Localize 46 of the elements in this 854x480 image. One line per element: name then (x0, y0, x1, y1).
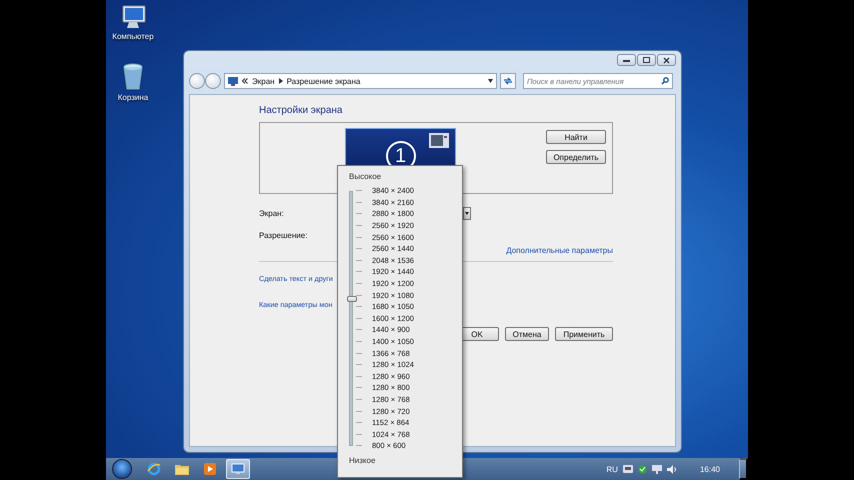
keyboard-icon[interactable] (622, 465, 633, 473)
dialog-button[interactable]: Применить (555, 327, 613, 341)
caret-icon[interactable] (488, 79, 493, 83)
advanced-settings-link[interactable]: Дополнительные параметры (506, 246, 613, 255)
section-heading: Настройки экрана (259, 105, 344, 116)
field-label: Разрешение: (259, 230, 308, 240)
field-label: Экран: (259, 208, 285, 218)
start-button[interactable] (112, 459, 132, 479)
close-button[interactable] (657, 54, 676, 66)
play-icon (204, 463, 216, 475)
back-button[interactable] (189, 73, 205, 89)
clock[interactable]: 16:40 (700, 464, 720, 474)
search-icon (661, 77, 669, 85)
forward-button[interactable] (205, 73, 221, 89)
chevron-left-icon (242, 78, 248, 84)
folder-icon (175, 463, 189, 475)
language-indicator[interactable]: RU (606, 464, 618, 474)
refresh-button[interactable] (500, 73, 516, 89)
desktop-icon-label[interactable]: Корзина (118, 93, 148, 102)
maximize-button[interactable] (637, 54, 656, 66)
maximize-icon (643, 57, 650, 63)
show-desktop-button[interactable] (739, 458, 748, 480)
close-icon (663, 56, 670, 64)
breadcrumb-item[interactable]: Экран (252, 76, 275, 86)
minimize-icon (623, 58, 630, 62)
refresh-icon (503, 77, 513, 85)
desktop-icon-label[interactable]: Компьютер (112, 32, 154, 41)
arrow-right-icon (278, 78, 283, 84)
slider-thumb[interactable] (347, 296, 357, 302)
monitor-icon (228, 76, 238, 86)
action-button[interactable]: Определить (546, 150, 606, 164)
minimize-button[interactable] (617, 54, 636, 66)
low-label: Низкое (349, 456, 376, 465)
caret-icon (465, 212, 469, 214)
monitor-icon (429, 133, 449, 148)
speaker-icon[interactable] (666, 464, 677, 474)
high-label: Высокое (349, 172, 382, 181)
address-bar[interactable]: Экран Разрешение экрана (224, 73, 497, 89)
trash-bin-icon (122, 63, 144, 91)
action-button[interactable]: Найти (546, 130, 606, 144)
browser-e-icon (147, 462, 161, 476)
breadcrumb-item[interactable]: Разрешение экрана (286, 76, 360, 86)
monitor-icon (231, 463, 245, 475)
dialog-button[interactable]: Отмена (505, 327, 549, 341)
display-dropdown[interactable] (463, 206, 471, 220)
taskbar-app-button[interactable] (226, 459, 250, 479)
